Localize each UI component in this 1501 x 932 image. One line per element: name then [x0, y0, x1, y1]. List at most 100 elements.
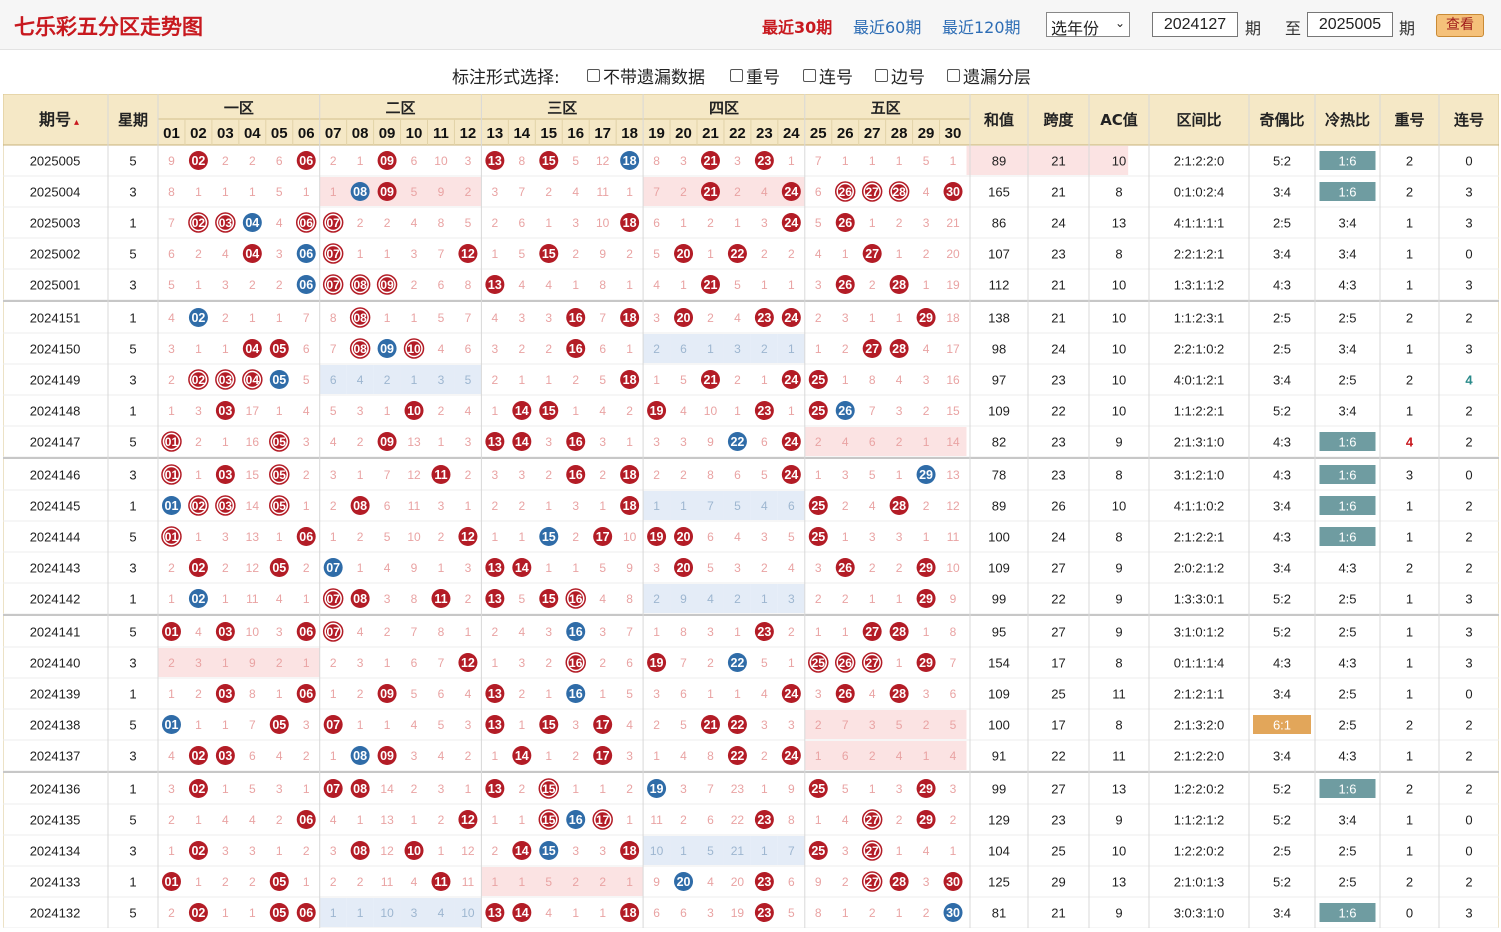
miss-value: 1 — [788, 154, 795, 168]
repeat-cell: 2 — [1406, 875, 1413, 890]
option-miss-layer[interactable]: 遗漏分层 — [947, 63, 1031, 88]
odd-even-cell: 3:4 — [1273, 185, 1291, 200]
miss-value: 1 — [330, 906, 337, 920]
ball-number: 11 — [434, 468, 447, 482]
miss-value: 3 — [923, 373, 930, 387]
option-edge[interactable]: 边号 — [875, 63, 925, 88]
period-cell: 2024144 — [30, 530, 81, 545]
miss-value: 1 — [518, 813, 525, 827]
hot-cold-cell: 4:3 — [1338, 278, 1356, 293]
miss-value: 1 — [303, 499, 310, 513]
repeat-cell: 1 — [1406, 216, 1413, 231]
miss-value: 6 — [761, 435, 768, 449]
ball-number: 05 — [273, 435, 287, 449]
repeat-cell: 1 — [1406, 404, 1413, 419]
miss-value: 1 — [330, 185, 337, 199]
miss-value: 4 — [734, 530, 741, 544]
miss-value: 2 — [761, 561, 768, 575]
checkbox[interactable] — [947, 69, 960, 82]
miss-value: 21 — [731, 844, 745, 858]
ball-number: 02 — [191, 561, 205, 575]
miss-value: 1 — [330, 530, 337, 544]
checkbox[interactable] — [730, 69, 743, 82]
miss-value: 4 — [869, 687, 876, 701]
hot-cold-cell: 1:6 — [1338, 782, 1356, 797]
miss-value: 13 — [380, 813, 394, 827]
miss-value: 1 — [761, 782, 768, 796]
recent-30-link[interactable]: 最近30期 — [762, 14, 832, 38]
hot-cold-cell: 2:5 — [1338, 844, 1356, 859]
checkbox[interactable] — [875, 69, 888, 82]
number-header: 03 — [217, 125, 234, 142]
miss-value: 5 — [518, 247, 525, 261]
miss-value: 2 — [815, 718, 822, 732]
number-header: 23 — [756, 125, 773, 142]
ball-number: 07 — [326, 216, 340, 230]
option-no-miss-data[interactable]: 不带遗漏数据 — [587, 63, 705, 88]
year-select[interactable]: 选年份 ⌄ — [1046, 12, 1130, 38]
miss-value: 1 — [626, 185, 633, 199]
miss-value: 3 — [518, 656, 525, 670]
miss-value: 1 — [195, 185, 202, 199]
consecutive-cell: 4 — [1465, 373, 1473, 388]
miss-value: 2 — [249, 875, 256, 889]
number-header: 08 — [352, 125, 369, 142]
checkbox[interactable] — [587, 69, 600, 82]
hot-cold-cell: 1:6 — [1338, 468, 1356, 483]
period-from-input[interactable]: 2024127 — [1152, 12, 1238, 37]
miss-value: 1 — [195, 875, 202, 889]
miss-value: 1 — [707, 687, 714, 701]
miss-value: 2 — [572, 373, 579, 387]
repeat-cell: 0 — [1406, 906, 1413, 921]
consecutive-cell: 0 — [1465, 247, 1472, 262]
miss-value: 2 — [465, 749, 472, 763]
zone-ratio-cell: 1:1:2:1:2 — [1174, 813, 1225, 828]
checkbox[interactable] — [803, 69, 816, 82]
option-repeat[interactable]: 重号 — [730, 63, 780, 88]
miss-value: 3 — [438, 499, 445, 513]
ball-number: 01 — [165, 530, 179, 544]
miss-value: 2 — [492, 499, 499, 513]
page-title: 七乐彩五分区走势图 — [14, 15, 203, 39]
miss-value: 4 — [330, 435, 337, 449]
ball-number: 23 — [757, 311, 771, 325]
ball-number: 08 — [353, 844, 367, 858]
miss-value: 5 — [788, 530, 795, 544]
recent-120-link[interactable]: 最近120期 — [942, 14, 1021, 38]
option-consecutive[interactable]: 连号 — [803, 63, 853, 88]
miss-value: 1 — [465, 782, 472, 796]
miss-value: 2 — [518, 342, 525, 356]
consecutive-cell: 0 — [1465, 154, 1472, 169]
miss-value: 5 — [707, 844, 714, 858]
miss-value: 9 — [168, 154, 175, 168]
ball-number: 06 — [299, 813, 313, 827]
number-header: 17 — [594, 125, 611, 142]
miss-value: 7 — [707, 499, 714, 513]
view-button[interactable]: 查看 — [1436, 14, 1484, 37]
year-select-value: 选年份 — [1051, 19, 1100, 38]
recent-60-link[interactable]: 最近60期 — [853, 14, 921, 38]
miss-value: 19 — [946, 278, 960, 292]
number-header: 22 — [729, 125, 746, 142]
ball-number: 07 — [326, 247, 340, 261]
miss-layer-shade — [804, 427, 967, 456]
period-to-input[interactable]: 2025005 — [1307, 12, 1393, 37]
zone-ratio-cell: 1:2:2:0:2 — [1174, 844, 1225, 859]
weekday-cell: 5 — [129, 247, 136, 262]
ball-number: 15 — [542, 404, 556, 418]
hot-cold-cell: 1:6 — [1338, 435, 1356, 450]
miss-value: 2 — [680, 468, 687, 482]
miss-value: 8 — [680, 625, 687, 639]
miss-value: 1 — [357, 906, 364, 920]
miss-value: 21 — [946, 216, 960, 230]
miss-value: 2 — [492, 844, 499, 858]
number-header: 29 — [918, 125, 935, 142]
miss-value: 6 — [950, 687, 957, 701]
ball-number: 18 — [623, 499, 637, 513]
repeat-cell: 1 — [1406, 278, 1413, 293]
miss-value: 7 — [599, 311, 606, 325]
ball-number: 09 — [380, 687, 394, 701]
miss-value: 4 — [249, 813, 256, 827]
consecutive-cell: 3 — [1465, 278, 1472, 293]
miss-value: 4 — [411, 216, 418, 230]
